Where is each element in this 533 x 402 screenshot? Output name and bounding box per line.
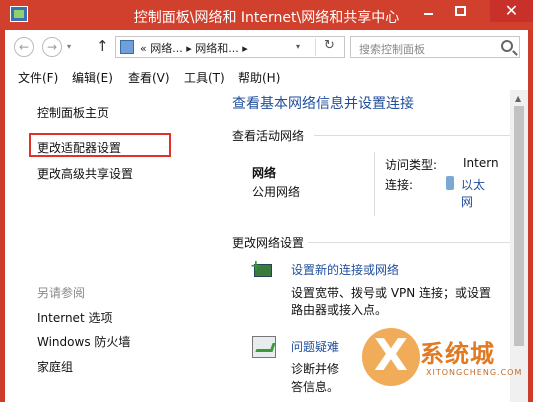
troubleshoot-desc-continued: 答信息。 (291, 380, 340, 394)
address-bar[interactable]: « 网络... ▸ 网络和... ▸ ▾ ↻ (115, 36, 345, 58)
up-arrow-icon[interactable]: ↑ (96, 37, 109, 55)
minimize-button[interactable] (424, 13, 433, 15)
menu-file[interactable]: 文件(F) (18, 69, 58, 86)
back-arrow-icon[interactable]: ← (14, 37, 34, 57)
sidebar: 控制面板主页 更改适配器设置 更改高级共享设置 另请参阅 Internet 选项… (5, 90, 214, 402)
access-type-value: Internet (463, 156, 499, 170)
window-title: 控制面板\网络和 Internet\网络和共享中心 (133, 10, 400, 26)
menu-tools[interactable]: 工具(T) (184, 69, 225, 86)
troubleshoot-link[interactable]: 问题疑难 (291, 338, 339, 355)
maximize-button[interactable] (455, 6, 466, 16)
search-placeholder: 搜索控制面板 (359, 43, 425, 56)
divider (314, 135, 510, 136)
see-also-heading: 另请参阅 (37, 286, 86, 300)
search-icon[interactable] (501, 40, 513, 52)
title-bar: 控制面板\网络和 Internet\网络和共享中心 ✕ (0, 0, 533, 30)
sidebar-item-adapter-settings[interactable]: 更改适配器设置 (37, 139, 121, 156)
close-button[interactable]: ✕ (490, 0, 533, 22)
watermark-logo: X 系统城 XITONGCHENG.COM (362, 326, 528, 400)
sidebar-item-internet-options[interactable]: Internet 选项 (37, 309, 112, 326)
forward-arrow-icon[interactable]: → (42, 37, 62, 57)
recent-locations-chevron-icon[interactable]: ▾ (67, 42, 71, 51)
menu-view[interactable]: 查看(V) (128, 69, 170, 86)
network-folder-icon (120, 40, 134, 54)
scrollbar-thumb[interactable] (514, 106, 524, 346)
address-path[interactable]: « 网络... ▸ 网络和... ▸ (140, 40, 248, 56)
scroll-up-arrow-icon[interactable]: ▲ (515, 94, 521, 103)
new-connection-icon: + (250, 258, 276, 282)
sidebar-item-firewall[interactable]: Windows 防火墙 (37, 333, 130, 350)
ethernet-icon (446, 176, 454, 190)
setup-new-connection-link[interactable]: 设置新的连接或网络 (291, 261, 399, 278)
setup-new-connection-desc: 设置宽带、拨号或 VPN 连接；或设置 (291, 286, 492, 300)
access-type-label: 访问类型: (385, 158, 438, 172)
sidebar-item-advanced-sharing[interactable]: 更改高级共享设置 (37, 165, 133, 182)
change-settings-heading: 更改网络设置 (232, 236, 305, 250)
search-input[interactable]: 搜索控制面板 (350, 36, 520, 58)
troubleshoot-desc: 诊断并修 (291, 362, 340, 376)
address-dropdown-chevron-icon[interactable]: ▾ (296, 42, 300, 51)
navigation-bar: ← → ▾ ↑ « 网络... ▸ 网络和... ▸ ▾ ↻ 搜索控制面板 (5, 30, 528, 64)
watermark-subtext: XITONGCHENG.COM (426, 368, 523, 377)
network-category-link[interactable]: 公用网络 (252, 183, 300, 200)
troubleshoot-icon (252, 336, 276, 358)
sidebar-item-home[interactable]: 控制面板主页 (37, 104, 109, 121)
menu-edit[interactable]: 编辑(E) (72, 69, 113, 86)
refresh-icon[interactable]: ↻ (315, 38, 343, 56)
page-title: 查看基本网络信息并设置连接 (232, 96, 414, 112)
connection-link[interactable]: 以太 (461, 176, 485, 193)
watermark-text: 系统城 (420, 340, 495, 368)
divider (374, 152, 375, 216)
watermark-x-icon: X (374, 330, 408, 381)
divider (308, 242, 510, 243)
active-networks-heading: 查看活动网络 (232, 129, 305, 143)
setup-new-connection-desc-continued: 路由器或接入点。 (291, 303, 388, 317)
sidebar-item-homegroup[interactable]: 家庭组 (37, 358, 73, 375)
connection-link-continued[interactable]: 网 (461, 193, 473, 210)
connections-label: 连接: (385, 178, 414, 192)
menu-bar: 文件(F) 编辑(E) 查看(V) 工具(T) 帮助(H) (5, 66, 528, 88)
network-name: 网络 (252, 166, 277, 180)
menu-help[interactable]: 帮助(H) (238, 69, 280, 86)
